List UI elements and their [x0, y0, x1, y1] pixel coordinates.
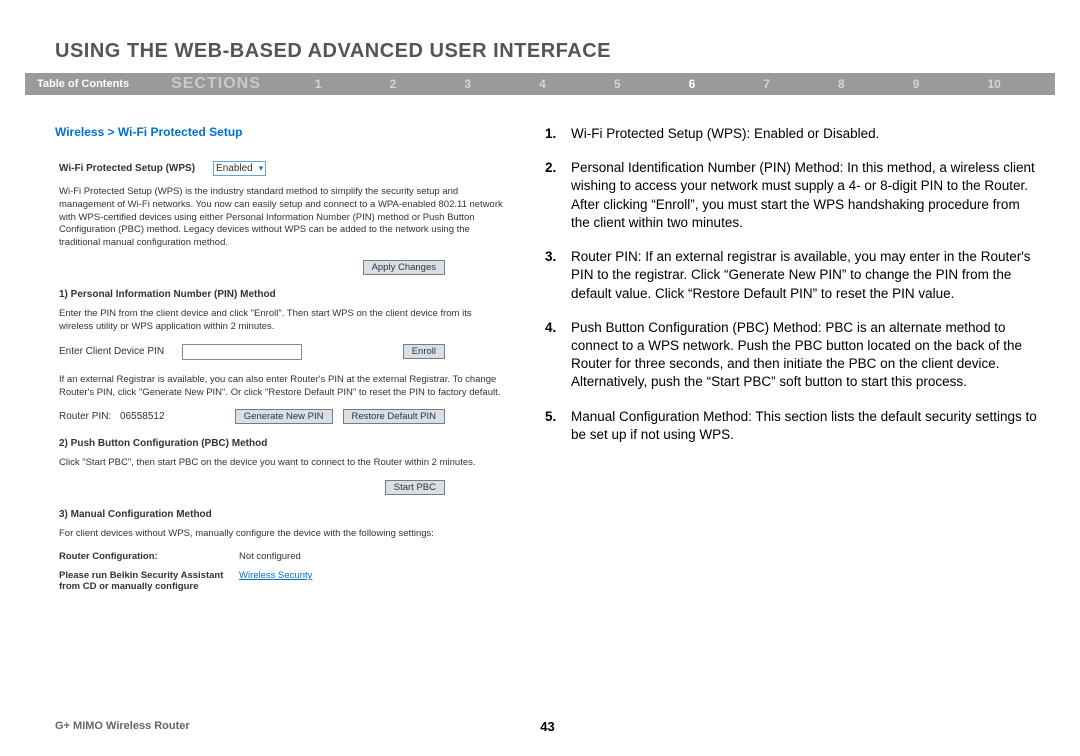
registrar-text: If an external Registrar is available, y… [59, 374, 505, 400]
list-item: 3.Router PIN: If an external registrar i… [545, 248, 1040, 303]
wireless-security-link[interactable]: Wireless Security [239, 570, 312, 592]
section-10[interactable]: 10 [988, 77, 1001, 91]
section-8[interactable]: 8 [838, 77, 845, 91]
item-number: 2. [545, 159, 571, 232]
item-number: 5. [545, 408, 571, 444]
breadcrumb[interactable]: Wireless > Wi-Fi Protected Setup [55, 125, 505, 139]
wps-select-value: Enabled [216, 163, 253, 174]
product-name: G+ MIMO Wireless Router [55, 720, 190, 732]
list-item: 5.Manual Configuration Method: This sect… [545, 408, 1040, 444]
item-text: Push Button Configuration (PBC) Method: … [571, 319, 1040, 392]
toc-link[interactable]: Table of Contents [25, 78, 141, 90]
apply-changes-button[interactable]: Apply Changes [363, 260, 445, 275]
item-text: Router PIN: If an external registrar is … [571, 248, 1040, 303]
section-nav: Table of Contents SECTIONS 1 2 3 4 5 6 7… [25, 73, 1055, 95]
section-6[interactable]: 6 [689, 77, 696, 91]
chevron-down-icon: ▾ [259, 163, 264, 174]
pbc-method-text: Click "Start PBC", then start PBC on the… [59, 457, 505, 470]
router-pin-value: 06558512 [120, 411, 165, 422]
page-number: 43 [540, 719, 554, 734]
pin-method-heading: 1) Personal Information Number (PIN) Met… [59, 289, 505, 300]
item-text: Wi-Fi Protected Setup (WPS): Enabled or … [571, 125, 1040, 143]
page-title: USING THE WEB-BASED ADVANCED USER INTERF… [0, 0, 1080, 73]
assist-label: Please run Belkin Security Assistant fro… [59, 570, 239, 592]
section-9[interactable]: 9 [913, 77, 920, 91]
router-config-label: Router Configuration: [59, 551, 239, 562]
client-pin-label: Enter Client Device PIN [59, 346, 164, 357]
item-number: 3. [545, 248, 571, 303]
wps-intro: Wi-Fi Protected Setup (WPS) is the indus… [59, 186, 505, 250]
sections-label: SECTIONS [141, 75, 281, 93]
wps-enable-select[interactable]: Enabled ▾ [213, 161, 266, 176]
instruction-list: 1.Wi-Fi Protected Setup (WPS): Enabled o… [545, 125, 1040, 444]
section-2[interactable]: 2 [390, 77, 397, 91]
section-5[interactable]: 5 [614, 77, 621, 91]
item-number: 4. [545, 319, 571, 392]
section-7[interactable]: 7 [763, 77, 770, 91]
list-item: 2.Personal Identification Number (PIN) M… [545, 159, 1040, 232]
manual-method-heading: 3) Manual Configuration Method [59, 509, 505, 520]
item-number: 1. [545, 125, 571, 143]
section-numbers: 1 2 3 4 5 6 7 8 9 10 [281, 77, 1055, 91]
client-pin-input[interactable] [182, 344, 302, 360]
manual-method-text: For client devices without WPS, manually… [59, 528, 505, 541]
start-pbc-button[interactable]: Start PBC [385, 480, 445, 495]
restore-pin-button[interactable]: Restore Default PIN [343, 409, 445, 424]
list-item: 4.Push Button Configuration (PBC) Method… [545, 319, 1040, 392]
generate-pin-button[interactable]: Generate New PIN [235, 409, 333, 424]
pin-method-text: Enter the PIN from the client device and… [59, 308, 505, 334]
list-item: 1.Wi-Fi Protected Setup (WPS): Enabled o… [545, 125, 1040, 143]
item-text: Manual Configuration Method: This sectio… [571, 408, 1040, 444]
section-4[interactable]: 4 [539, 77, 546, 91]
section-3[interactable]: 3 [464, 77, 471, 91]
section-1[interactable]: 1 [315, 77, 322, 91]
router-config-value: Not configured [239, 551, 301, 562]
enroll-button[interactable]: Enroll [403, 344, 445, 359]
wps-label: Wi-Fi Protected Setup (WPS) [59, 163, 195, 174]
pbc-method-heading: 2) Push Button Configuration (PBC) Metho… [59, 438, 505, 449]
router-pin-label: Router PIN: [59, 411, 111, 422]
item-text: Personal Identification Number (PIN) Met… [571, 159, 1040, 232]
